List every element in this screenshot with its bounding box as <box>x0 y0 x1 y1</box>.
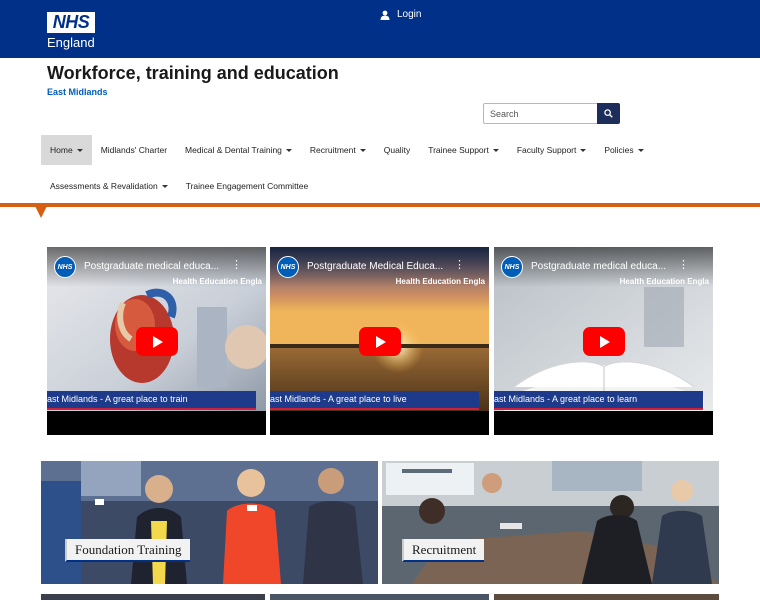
nav-label: Faculty Support <box>516 145 577 155</box>
main-nav: Home Midlands' Charter Medical & Dental … <box>41 135 653 165</box>
logo-text: England <box>47 35 95 50</box>
nav-label: Assessments & Revalidation <box>50 181 158 191</box>
video-title[interactable]: Postgraduate medical educa... <box>84 261 234 272</box>
nav-label: Home <box>50 145 73 155</box>
caret-down-icon <box>359 148 366 152</box>
card-photo <box>382 461 719 584</box>
nav-item-medical-dental-training[interactable]: Medical & Dental Training <box>176 135 301 165</box>
card-foundation-training[interactable]: Foundation Training <box>41 461 378 584</box>
card-label[interactable]: Recruitment <box>402 539 485 562</box>
nav-item-recruitment[interactable]: Recruitment <box>301 135 375 165</box>
nav-label: Trainee Support <box>428 145 489 155</box>
divider-notch <box>35 206 47 218</box>
video-embed-train[interactable]: NHS Postgraduate medical educa... ⋮ Heal… <box>47 247 266 435</box>
nhs-logo-box: NHS <box>47 12 95 33</box>
video-watermark: Health Education Engla <box>395 277 485 286</box>
play-icon[interactable] <box>136 327 178 356</box>
card-label[interactable]: Foundation Training <box>65 539 190 562</box>
main-nav-row-2: Assessments & Revalidation Trainee Engag… <box>41 171 317 201</box>
nav-label: Trainee Engagement Committee <box>185 181 309 191</box>
nav-item-policies[interactable]: Policies <box>595 135 652 165</box>
video-watermark: Health Education Engla <box>172 277 262 286</box>
more-vertical-icon[interactable]: ⋮ <box>231 260 242 271</box>
caret-down-icon <box>76 148 83 152</box>
search-input[interactable] <box>483 103 597 124</box>
user-icon <box>380 10 390 20</box>
nav-item-assessments-revalidation[interactable]: Assessments & Revalidation <box>41 171 177 201</box>
search-icon <box>604 109 613 118</box>
video-embed-learn[interactable]: NHS Postgraduate medical educa... ⋮ Heal… <box>494 247 713 435</box>
nav-item-midlands-charter[interactable]: Midlands' Charter <box>92 135 176 165</box>
top-header-bar: NHS England Login <box>0 0 760 58</box>
nav-item-trainee-engagement-committee[interactable]: Trainee Engagement Committee <box>177 171 318 201</box>
caret-down-icon <box>580 148 587 152</box>
next-row-tile[interactable] <box>41 594 265 600</box>
video-title[interactable]: Postgraduate Medical Educa... <box>307 261 457 272</box>
nhs-england-logo[interactable]: NHS England <box>47 12 95 51</box>
next-row-tile[interactable] <box>494 594 719 600</box>
video-caption-banner: ast Midlands - A great place to learn <box>494 391 703 410</box>
video-caption-banner: ast Midlands - A great place to live <box>270 391 479 410</box>
channel-avatar[interactable]: NHS <box>277 256 299 278</box>
next-row-tile[interactable] <box>270 594 489 600</box>
more-vertical-icon[interactable]: ⋮ <box>454 260 465 271</box>
section-divider <box>0 203 760 207</box>
nav-label: Recruitment <box>309 145 356 155</box>
caret-down-icon <box>637 148 644 152</box>
login-label: Login <box>397 9 422 20</box>
nav-item-trainee-support[interactable]: Trainee Support <box>419 135 508 165</box>
page-title: Workforce, training and education <box>47 63 339 83</box>
nav-item-quality[interactable]: Quality <box>375 135 419 165</box>
video-embed-live[interactable]: NHS Postgraduate Medical Educa... ⋮ Heal… <box>270 247 489 435</box>
more-vertical-icon[interactable]: ⋮ <box>678 260 689 271</box>
nav-item-home[interactable]: Home <box>41 135 92 165</box>
caret-down-icon <box>492 148 499 152</box>
caret-down-icon <box>285 148 292 152</box>
nav-item-faculty-support[interactable]: Faculty Support <box>508 135 596 165</box>
channel-avatar[interactable]: NHS <box>54 256 76 278</box>
card-recruitment[interactable]: Recruitment <box>382 461 719 584</box>
video-caption-banner: ast Midlands - A great place to train <box>47 391 256 410</box>
search-button[interactable] <box>597 103 620 124</box>
nav-label: Midlands' Charter <box>100 145 168 155</box>
login-link[interactable]: Login <box>380 8 421 22</box>
page-subtitle[interactable]: East Midlands <box>47 87 108 97</box>
channel-avatar[interactable]: NHS <box>501 256 523 278</box>
video-title[interactable]: Postgraduate medical educa... <box>531 261 681 272</box>
caret-down-icon <box>161 184 168 188</box>
nav-label: Quality <box>383 145 411 155</box>
nav-label: Policies <box>604 145 634 155</box>
play-icon[interactable] <box>359 327 401 356</box>
play-icon[interactable] <box>583 327 625 356</box>
search-form <box>483 103 620 124</box>
nav-label: Medical & Dental Training <box>185 145 282 155</box>
video-watermark: Health Education Engla <box>619 277 709 286</box>
card-photo <box>41 461 378 584</box>
